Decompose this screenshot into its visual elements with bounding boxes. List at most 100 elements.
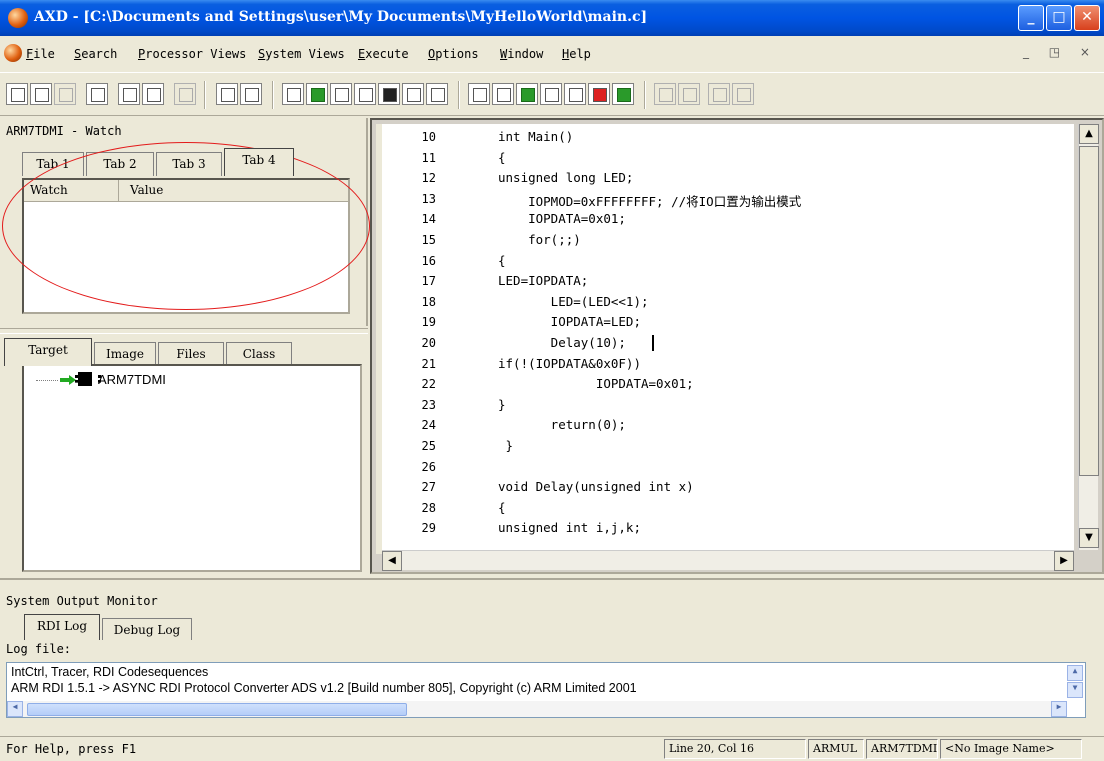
load-session-icon[interactable]	[54, 83, 76, 105]
code-line[interactable]: void Delay(unsigned int x)	[498, 479, 694, 494]
code-line[interactable]: return(0);	[498, 417, 626, 432]
column-divider[interactable]	[118, 180, 119, 202]
watch-list[interactable]: Watch Value	[22, 178, 350, 314]
line-number: 26	[421, 459, 436, 474]
source-icon[interactable]	[426, 83, 448, 105]
column-watch[interactable]: Watch	[30, 183, 68, 197]
document-icon[interactable]	[4, 44, 22, 62]
variables-icon[interactable]	[330, 83, 352, 105]
log-vertical-scrollbar[interactable]: ▲ ▼	[1067, 665, 1083, 699]
scroll-left-icon[interactable]: ◀	[382, 551, 402, 571]
tab-rdi-log[interactable]: RDI Log	[24, 614, 100, 640]
code-line[interactable]: IOPDATA=LED;	[498, 314, 641, 329]
code-line[interactable]: unsigned long LED;	[498, 170, 633, 185]
stop-icon[interactable]	[678, 83, 700, 105]
code-line[interactable]: IOPDATA=0x01;	[498, 211, 626, 226]
load-image-icon[interactable]	[6, 83, 28, 105]
find-next-icon[interactable]	[240, 83, 262, 105]
scroll-left-icon[interactable]: ◀	[7, 701, 23, 717]
log-line: IntCtrl, Tracer, RDI Codesequences	[11, 665, 209, 679]
backtrace-icon[interactable]	[354, 83, 376, 105]
menu-options[interactable]: Options	[428, 47, 479, 61]
tab-1[interactable]: Tab 1	[22, 152, 84, 176]
mdi-controls[interactable]: _ ◳ ×	[1023, 45, 1098, 59]
menu-processor-views[interactable]: Processor Views	[138, 47, 246, 61]
output-icon[interactable]	[588, 83, 610, 105]
log-horizontal-scrollbar[interactable]: ◀ ▶	[7, 701, 1067, 717]
horizontal-scrollbar[interactable]: ◀ ▶	[382, 550, 1074, 571]
scroll-down-icon[interactable]: ▼	[1079, 528, 1099, 548]
maximize-button[interactable]: □	[1046, 5, 1072, 31]
menu-search[interactable]: Search	[74, 47, 117, 61]
status-processor: ARM7TDMI	[866, 739, 938, 759]
log-scroll-thumb[interactable]	[27, 703, 407, 716]
log-output[interactable]: IntCtrl, Tracer, RDI Codesequences ARM R…	[6, 662, 1086, 718]
target-tree[interactable]: ARM7TDMI	[22, 364, 362, 572]
toolbar-separator	[272, 81, 274, 109]
tab-class[interactable]: Class	[226, 342, 292, 366]
tab-target[interactable]: Target	[4, 338, 92, 366]
code-line[interactable]: LED=(LED<<1);	[498, 294, 649, 309]
scroll-right-icon[interactable]: ▶	[1054, 551, 1074, 571]
line-number: 27	[421, 480, 436, 495]
open-file-icon[interactable]	[86, 83, 108, 105]
code-line[interactable]: for(;;)	[498, 232, 581, 247]
code-line[interactable]: int Main()	[498, 129, 573, 144]
code-line[interactable]: }	[498, 397, 506, 412]
code-line[interactable]: {	[498, 150, 506, 165]
code-line[interactable]: {	[498, 253, 506, 268]
code-line[interactable]: Delay(10);	[498, 335, 626, 350]
scroll-down-icon[interactable]: ▼	[1067, 682, 1083, 698]
tab-4[interactable]: Tab 4	[224, 148, 294, 176]
tab-debug-log[interactable]: Debug Log	[102, 618, 192, 640]
print-icon[interactable]	[174, 83, 196, 105]
menu-window[interactable]: Window	[500, 47, 543, 61]
line-number: 19	[421, 315, 436, 330]
tab-3[interactable]: Tab 3	[156, 152, 222, 176]
run-icon[interactable]	[654, 83, 676, 105]
disassembly-icon[interactable]	[402, 83, 424, 105]
code-line[interactable]: if(!(IOPDATA&0x0F))	[498, 356, 641, 371]
close-button[interactable]: ✕	[1074, 5, 1100, 31]
code-line[interactable]: LED=IOPDATA;	[498, 273, 588, 288]
tab-2[interactable]: Tab 2	[86, 152, 154, 176]
scroll-up-icon[interactable]: ▲	[1079, 124, 1099, 144]
code-line[interactable]: {	[498, 500, 506, 515]
registers-icon[interactable]	[282, 83, 304, 105]
status-image: <No Image Name>	[940, 739, 1082, 759]
tree-item-arm7tdmi[interactable]: ARM7TDMI	[98, 372, 166, 387]
memory-icon[interactable]	[378, 83, 400, 105]
debug-log-icon[interactable]	[612, 83, 634, 105]
find-icon[interactable]	[216, 83, 238, 105]
vertical-scroll-thumb[interactable]	[1079, 146, 1099, 476]
tab-image[interactable]: Image	[94, 342, 156, 366]
code-line[interactable]: }	[498, 438, 514, 453]
column-value[interactable]: Value	[130, 183, 163, 197]
system-watch-icon[interactable]	[516, 83, 538, 105]
console-icon[interactable]	[468, 83, 490, 105]
menu-file[interactable]: File	[26, 47, 55, 61]
step-in-icon[interactable]	[708, 83, 730, 105]
system-output-title: System Output Monitor	[6, 594, 158, 608]
menu-help[interactable]: Help	[562, 47, 591, 61]
minimize-button[interactable]: _	[1018, 5, 1044, 31]
watch-icon[interactable]	[306, 83, 328, 105]
app-logo-icon	[8, 8, 28, 28]
system-variables-icon[interactable]	[540, 83, 562, 105]
menu-execute[interactable]: Execute	[358, 47, 409, 61]
step-over-icon[interactable]	[732, 83, 754, 105]
scroll-up-icon[interactable]: ▲	[1067, 665, 1083, 681]
code-line[interactable]: unsigned int i,j,k;	[498, 520, 641, 535]
command-line-icon[interactable]	[564, 83, 586, 105]
save-all-icon[interactable]	[142, 83, 164, 105]
reload-image-icon[interactable]	[30, 83, 52, 105]
code-line[interactable]: IOPDATA=0x01;	[498, 376, 694, 391]
vertical-scrollbar[interactable]: ▲ ▼	[1078, 124, 1099, 550]
save-icon[interactable]	[118, 83, 140, 105]
tab-files[interactable]: Files	[158, 342, 224, 366]
menu-system-views[interactable]: System Views	[258, 47, 345, 61]
scroll-right-icon[interactable]: ▶	[1051, 701, 1067, 717]
code-line[interactable]: IOPMOD=0xFFFFFFFF; //将IO口置为输出模式	[498, 191, 801, 210]
system-registers-icon[interactable]	[492, 83, 514, 105]
code-area[interactable]: 10 int Main() 11 {12 unsigned long LED; 13 IO…	[382, 124, 1074, 550]
